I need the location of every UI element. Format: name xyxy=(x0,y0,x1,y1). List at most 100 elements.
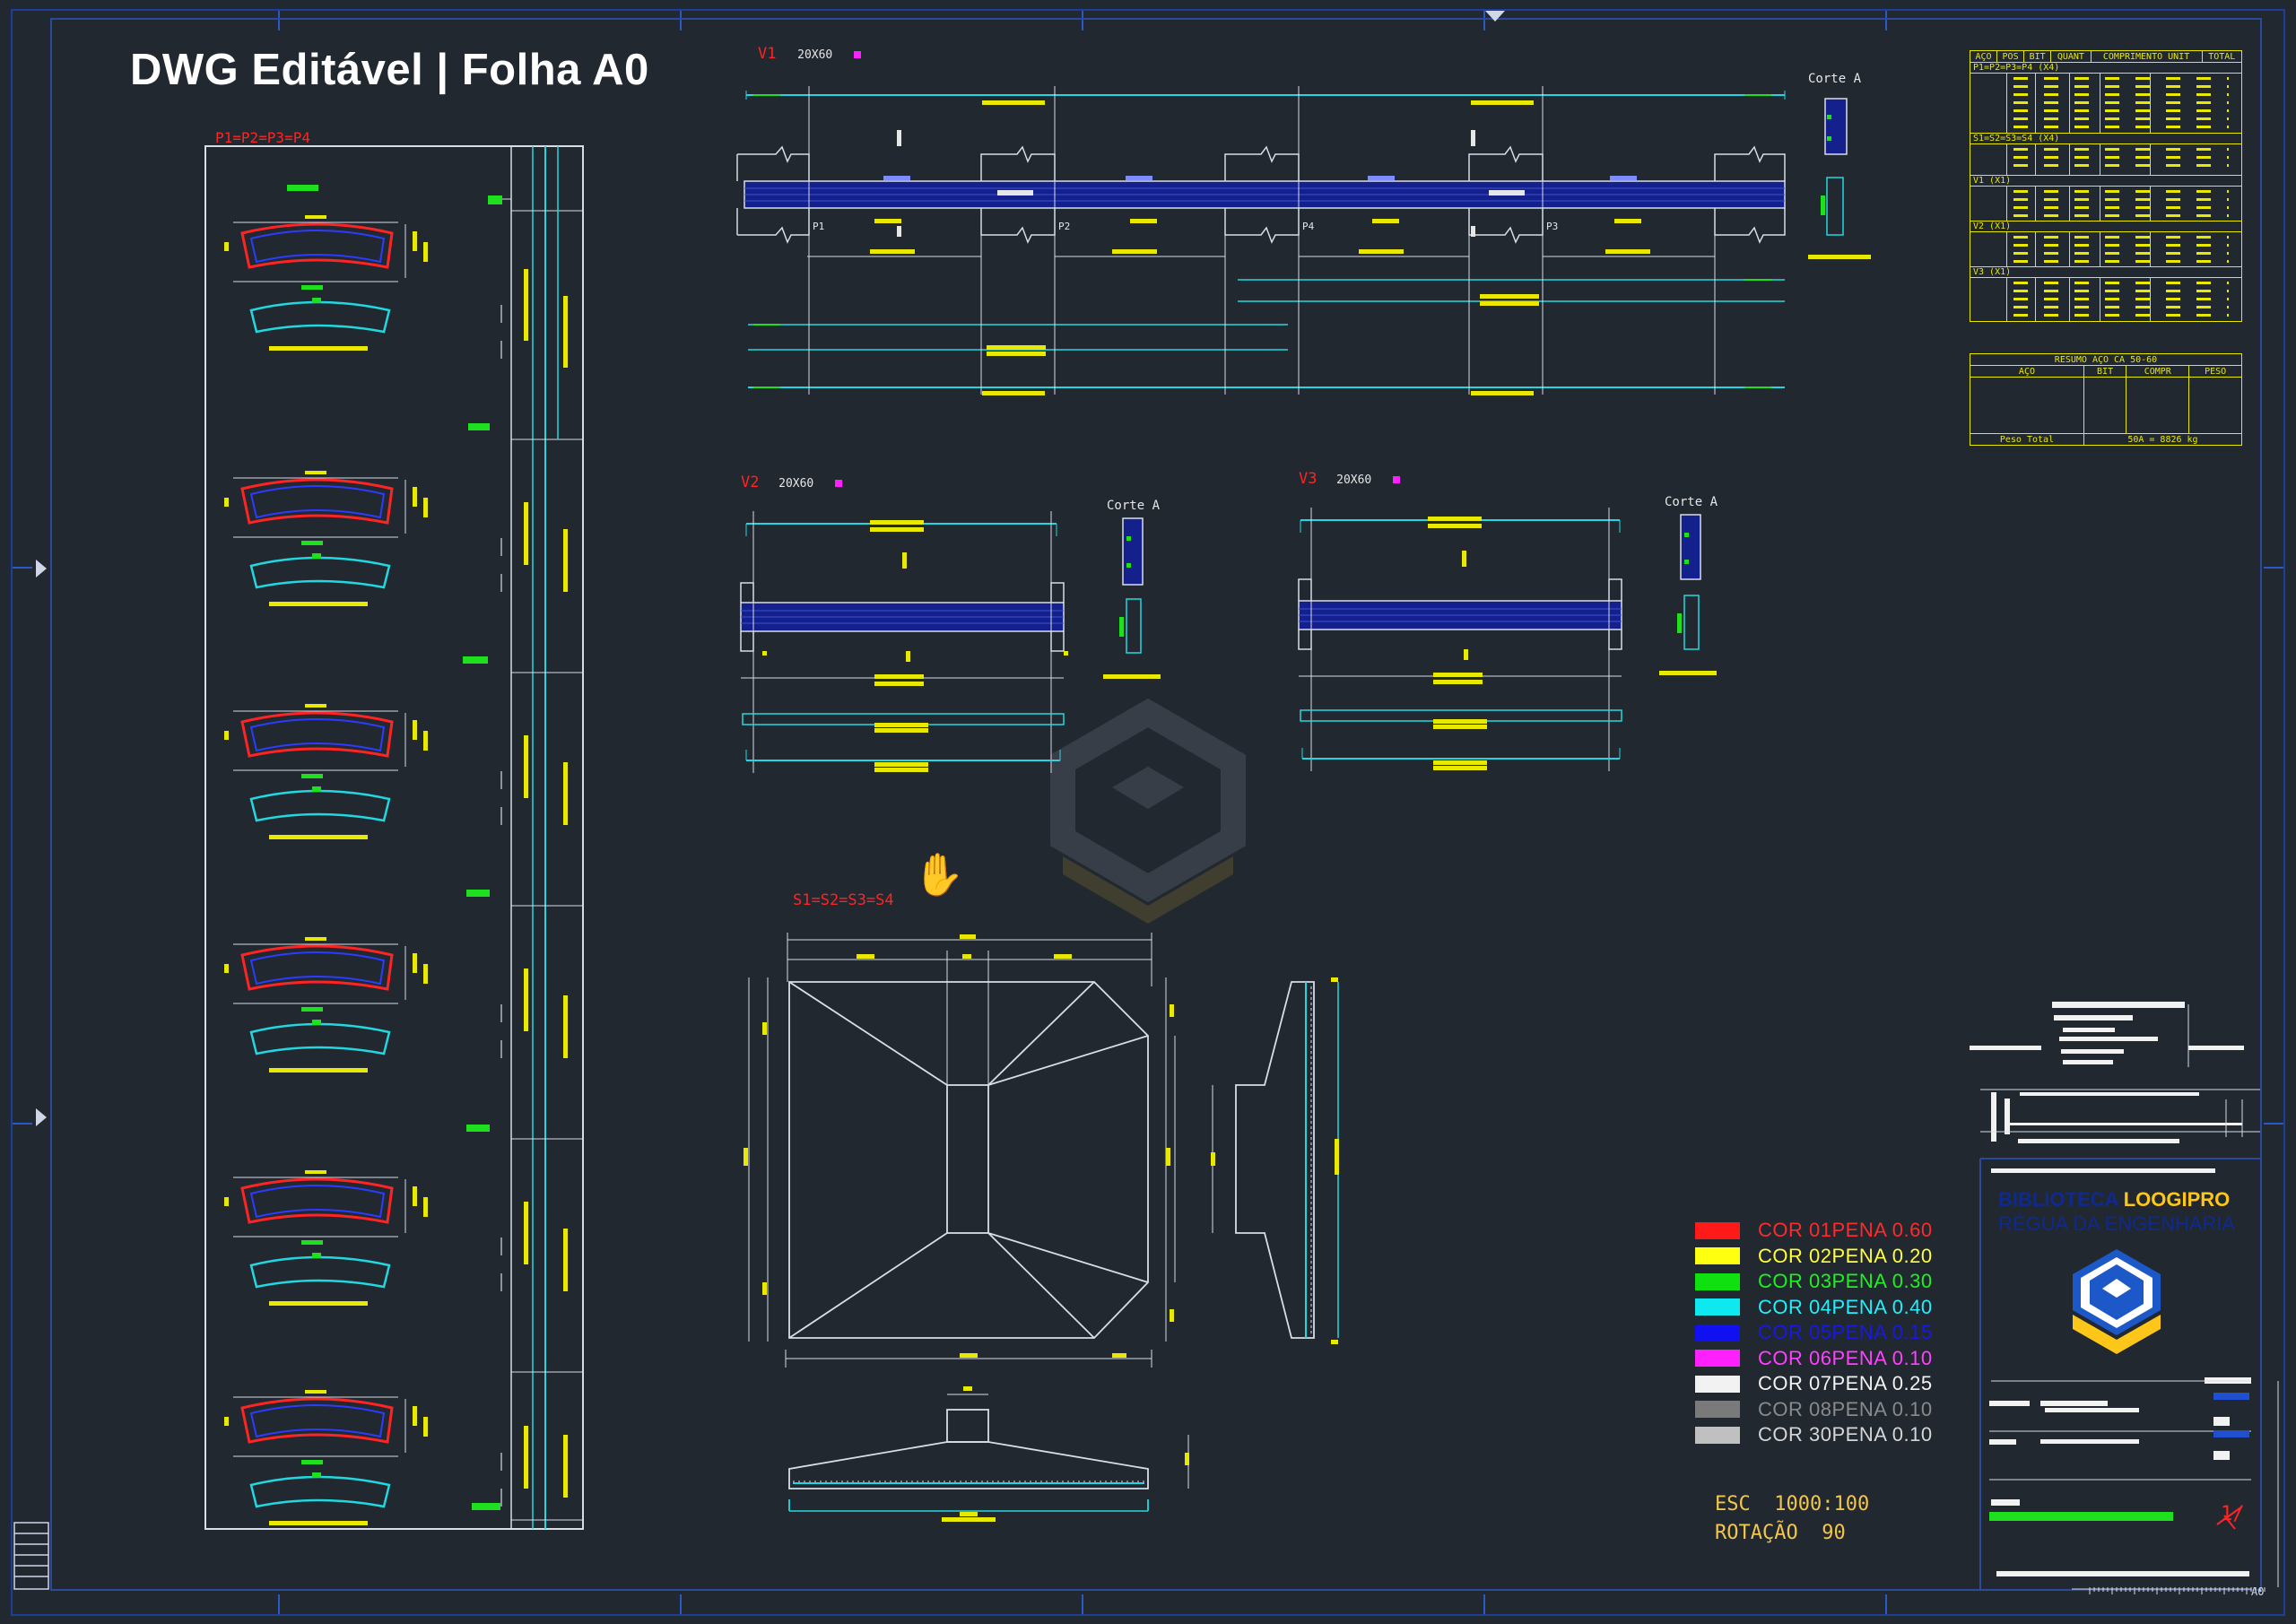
pillar-label-p3: P3 xyxy=(1546,221,1559,232)
pilar-dimension-text xyxy=(305,1390,326,1394)
legend-label: COR 06PENA 0.10 xyxy=(1758,1346,1933,1369)
legend-swatch xyxy=(1695,1375,1740,1393)
pan-hand-cursor-icon[interactable]: ✋ xyxy=(913,850,964,899)
v1-marker xyxy=(853,50,861,58)
brand-tagline: RÉGUA DA ENGENHARIA xyxy=(1998,1212,2236,1235)
pilar-dimension-text xyxy=(305,704,326,708)
pilar-dimension-text xyxy=(413,487,417,507)
steel-table-value-mark xyxy=(2013,282,2229,284)
v3-name: V3 xyxy=(1299,470,1318,488)
pilar-detail-panel xyxy=(204,145,584,1530)
legend-item: COR 03PENA 0.30 xyxy=(1695,1269,2054,1295)
pilar-dimension-text xyxy=(423,242,428,262)
pilar-dimension-text xyxy=(224,964,229,973)
steel-table-value-mark xyxy=(2013,252,2229,255)
legend-item: COR 04PENA 0.40 xyxy=(1695,1295,2054,1321)
steel-table-group-label: V1 (X1) xyxy=(1970,176,2241,187)
pillar-label-p4: P4 xyxy=(1302,221,1315,232)
brand-logo-icon xyxy=(2073,1249,2161,1354)
steel-table-header: QUANT xyxy=(2050,50,2092,63)
pilar-section-stirrup-detail xyxy=(249,789,391,822)
steel-table-value-mark xyxy=(2013,148,2229,151)
pilar-dimension-text xyxy=(413,953,417,973)
pilar-section-stirrup-detail xyxy=(249,1022,391,1055)
summary-col-1 xyxy=(1970,377,2084,434)
steel-table-value-mark xyxy=(2013,260,2229,263)
steel-table-value-mark xyxy=(2013,190,2229,193)
pilar-dimension-text xyxy=(423,498,428,517)
steel-table-group: V1 (X1) xyxy=(1970,176,2242,221)
pilar-dimension-text xyxy=(413,231,417,251)
scale-label: ESC 1000:100 xyxy=(1715,1493,1870,1515)
pilar-dimension-text xyxy=(224,1197,229,1206)
legend-swatch xyxy=(1695,1324,1740,1342)
steel-table-group: V3 (X1) xyxy=(1970,267,2242,322)
steel-table-group: V2 (X1) xyxy=(1970,221,2242,267)
steel-table-value-mark xyxy=(2013,156,2229,159)
steel-table-value-mark xyxy=(2013,198,2229,201)
pilar-dimension-text xyxy=(224,242,229,251)
footing-title: S1=S2=S3=S4 xyxy=(793,891,894,909)
pilar-section-stirrup xyxy=(249,1185,386,1219)
title-block-scale-ticks xyxy=(2089,1587,2266,1594)
steel-table-column-rule xyxy=(2006,232,2007,266)
steel-table-column-rule xyxy=(2006,278,2007,321)
steel-table-value-mark xyxy=(2013,236,2229,239)
pilar-section-stirrup xyxy=(249,951,386,986)
pilar-section-stirrup xyxy=(249,485,386,519)
steel-table-group-label: S1=S2=S3=S4 (X4) xyxy=(1970,134,2241,144)
pilar-bar-mark xyxy=(301,774,323,778)
v2-dims: 20X60 xyxy=(778,477,814,491)
pilar-bar-callout xyxy=(269,346,368,351)
sheet-list-icon xyxy=(13,1522,49,1590)
pilar-dimension-text xyxy=(423,964,428,984)
legend-label: COR 07PENA 0.25 xyxy=(1758,1372,1933,1395)
steel-table-column-rule xyxy=(2006,144,2007,175)
legend-item: COR 06PENA 0.10 xyxy=(1695,1346,2054,1372)
steel-table-value-mark xyxy=(2013,214,2229,217)
footing-s1-plan xyxy=(788,981,1149,1339)
steel-table-value-mark xyxy=(2013,93,2229,96)
pilar-bar-mark xyxy=(301,1460,323,1464)
pilar-dimension-text xyxy=(423,1417,428,1437)
sheet-number-mark: 1/ xyxy=(2221,1503,2245,1525)
legend-swatch xyxy=(1695,1350,1740,1368)
pilar-bar-mark xyxy=(312,553,321,559)
pilar-dimension-text xyxy=(224,498,229,507)
pilar-bar-mark xyxy=(312,1472,321,1478)
beam-v3-elevation xyxy=(1298,508,1701,771)
legend-item: COR 02PENA 0.20 xyxy=(1695,1244,2054,1270)
steel-table-value-mark xyxy=(2013,244,2229,247)
v2-title: V2 20X60 xyxy=(741,473,842,491)
legend-label: COR 04PENA 0.40 xyxy=(1758,1295,1933,1318)
v3-title: V3 20X60 xyxy=(1299,470,1400,488)
pilar-section-stirrup xyxy=(249,718,386,752)
v2-name: V2 xyxy=(741,473,760,491)
steel-table-value-mark xyxy=(2013,117,2229,120)
pilar-bar-mark xyxy=(301,541,323,545)
steel-table-value-mark xyxy=(2013,290,2229,292)
summary-col-4 xyxy=(2188,377,2242,434)
steel-table-group-label: V3 (X1) xyxy=(1970,267,2241,278)
pillar-label-p1: P1 xyxy=(813,221,825,232)
footing-s1-side-section xyxy=(1212,981,1339,1339)
v1-name: V1 xyxy=(758,45,777,63)
legend-item: COR 08PENA 0.10 xyxy=(1695,1397,2054,1423)
pen-color-legend: COR 01PENA 0.60 COR 02PENA 0.20 COR 03PENA… xyxy=(1695,1218,2054,1448)
v1-bar-annotations xyxy=(870,100,1650,395)
pilar-bar-mark xyxy=(312,1253,321,1258)
brand-name-part1: BIBLIOTECA xyxy=(1998,1188,2124,1211)
steel-table-value-mark xyxy=(2013,101,2229,104)
corte-a-v3-label: Corte A xyxy=(1665,495,1718,509)
pilar-bar-mark xyxy=(312,1020,321,1025)
summary-table-header: BIT xyxy=(2083,365,2127,378)
summary-table-header: COMPR xyxy=(2126,365,2190,378)
steel-table-group: P1=P2=P3=P4 (X4) xyxy=(1970,63,2242,134)
scale-info: ESC 1000:100 ROTAÇÃO 90 xyxy=(1715,1490,1869,1548)
pilar-dimension-text xyxy=(305,471,326,474)
steel-table-header: AÇO xyxy=(1969,50,1998,63)
pilar-dimension-text xyxy=(423,1197,428,1217)
pilar-dimension-text xyxy=(413,720,417,740)
footing-s1-elevation xyxy=(788,1394,1189,1512)
rotation-label: ROTAÇÃO 90 xyxy=(1715,1522,1846,1544)
